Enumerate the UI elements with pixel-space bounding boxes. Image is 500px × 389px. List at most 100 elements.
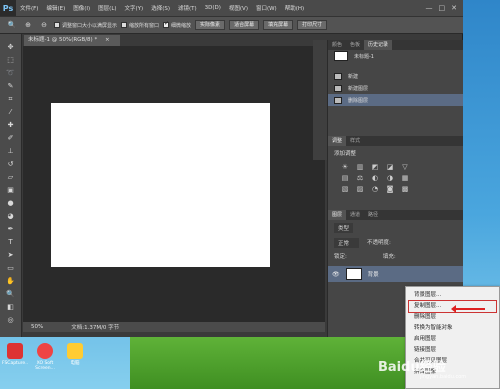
document-info: 文档:1.37M/0 字节 xyxy=(71,325,120,331)
dodge-tool-icon[interactable]: ◕ xyxy=(5,211,17,221)
maximize-button[interactable]: □ xyxy=(439,4,446,12)
history-step-icon xyxy=(334,72,342,80)
move-tool-icon[interactable]: ✥ xyxy=(5,42,17,52)
gradient-tool-icon[interactable]: ▣ xyxy=(5,185,17,195)
opacity-label: 不透明度: xyxy=(367,240,391,246)
fit-screen-button[interactable]: 适合屏幕 xyxy=(229,20,260,30)
menu-window[interactable]: 窗口(W) xyxy=(252,4,281,12)
scrubby-zoom-checkbox[interactable]: 细微缩放 xyxy=(163,20,191,29)
history-item-selected[interactable]: 删除图层 xyxy=(328,94,463,106)
curves-icon[interactable]: ◩ xyxy=(370,163,380,171)
pen-tool-icon[interactable]: ✒ xyxy=(5,224,17,234)
lasso-tool-icon[interactable]: ➰ xyxy=(5,68,17,78)
channel-mixer-icon[interactable]: ▦ xyxy=(400,174,410,182)
blend-mode-select[interactable]: 正常 xyxy=(334,238,360,248)
context-item-link-layers[interactable]: 链接图层 xyxy=(406,345,499,356)
menu-type[interactable]: 文字(Y) xyxy=(121,4,148,12)
shape-tool-icon[interactable]: ▭ xyxy=(5,263,17,273)
tab-adjustments[interactable]: 调整 xyxy=(328,136,347,146)
fill-screen-button[interactable]: 填充屏幕 xyxy=(263,20,294,30)
menu-3d[interactable]: 3D(D) xyxy=(201,5,225,11)
zoom-level[interactable]: 50% xyxy=(31,324,43,330)
document-tab[interactable]: 未标题-1 @ 50%(RGB/8) * × xyxy=(24,35,120,46)
zoom-out-icon[interactable]: ⊖ xyxy=(38,20,50,30)
tab-swatches[interactable]: 色板 xyxy=(346,40,364,50)
menu-edit[interactable]: 编辑(E) xyxy=(42,4,69,12)
selective-color-icon[interactable]: ▩ xyxy=(400,185,410,193)
print-size-button[interactable]: 打印尺寸 xyxy=(297,20,328,30)
tab-channels[interactable]: 通道 xyxy=(346,210,364,220)
desktop-icon-computer[interactable]: 电脑 xyxy=(64,343,86,383)
clone-stamp-icon[interactable]: ⊥ xyxy=(5,146,17,156)
menu-help[interactable]: 帮助(H) xyxy=(281,4,308,12)
tab-history[interactable]: 历史记录 xyxy=(364,40,393,50)
baidu-watermark-url: jingyan.baidu.com xyxy=(420,374,467,380)
menu-image[interactable]: 图像(I) xyxy=(69,4,94,12)
layer-filter-select[interactable]: 类型 xyxy=(334,223,354,233)
menu-filter[interactable]: 滤镜(T) xyxy=(174,4,201,12)
threshold-icon[interactable]: ◔ xyxy=(370,185,380,193)
tab-color[interactable]: 颜色 xyxy=(328,40,346,50)
desktop-icon-fscapture[interactable]: FSCapture.. xyxy=(1,343,29,383)
history-brush-icon[interactable]: ↺ xyxy=(5,159,17,169)
layer-row-background[interactable]: 👁 背景 xyxy=(328,266,463,282)
context-item-enable-layer[interactable]: 启用图层 xyxy=(406,334,499,345)
levels-icon[interactable]: ▥ xyxy=(355,163,365,171)
healing-brush-icon[interactable]: ✚ xyxy=(5,120,17,130)
color-balance-icon[interactable]: ⚖ xyxy=(355,174,365,182)
close-tab-icon[interactable]: × xyxy=(105,37,110,43)
document-canvas[interactable] xyxy=(51,103,270,267)
zoom-tool-icon[interactable]: 🔍 xyxy=(6,20,18,30)
zoom-tool-icon-2[interactable]: 🔍 xyxy=(5,289,17,299)
tab-styles[interactable]: 样式 xyxy=(346,136,364,146)
context-item-background-layer[interactable]: 背景图层... xyxy=(406,290,499,301)
minimize-button[interactable]: — xyxy=(426,4,433,12)
posterize-icon[interactable]: ▨ xyxy=(355,185,365,193)
exposure-icon[interactable]: ◪ xyxy=(385,163,395,171)
context-item-delete-layer[interactable]: 删除图层 xyxy=(406,312,499,323)
photo-filter-icon[interactable]: ◑ xyxy=(385,174,395,182)
eyedropper-tool-icon[interactable]: ⁄ xyxy=(5,107,17,117)
brightness-icon[interactable]: ☀ xyxy=(340,163,350,171)
close-window-button[interactable]: ✕ xyxy=(451,4,457,12)
history-snapshot[interactable]: 未标题-1 xyxy=(328,50,463,62)
black-white-icon[interactable]: ◐ xyxy=(370,174,380,182)
zoom-all-checkbox[interactable]: 缩放所有窗口 xyxy=(121,22,159,29)
blur-tool-icon[interactable]: ● xyxy=(5,198,17,208)
eraser-tool-icon[interactable]: ▱ xyxy=(5,172,17,182)
vibrance-icon[interactable]: ▽ xyxy=(400,163,410,171)
resize-window-checkbox[interactable]: 调整窗口大小以满屏显示 xyxy=(54,22,117,29)
brush-tool-icon[interactable]: ✐ xyxy=(5,133,17,143)
crop-tool-icon[interactable]: ⌗ xyxy=(5,94,17,104)
hue-saturation-icon[interactable]: ▤ xyxy=(340,174,350,182)
menu-view[interactable]: 视图(V) xyxy=(225,4,252,12)
actual-pixels-button[interactable]: 实际像素 xyxy=(195,20,226,30)
quick-select-tool-icon[interactable]: ✎ xyxy=(5,81,17,91)
context-item-smart-object[interactable]: 转换为智能对象 xyxy=(406,323,499,334)
desktop-icon-screen-recorder[interactable]: XO Soft Screen... xyxy=(34,343,56,383)
tab-layers[interactable]: 图层 xyxy=(328,210,347,220)
history-item-label: 新建图层 xyxy=(348,85,369,92)
marquee-tool-icon[interactable]: ⬚ xyxy=(5,55,17,65)
history-item[interactable]: 新建 xyxy=(328,70,463,82)
menu-file[interactable]: 文件(F) xyxy=(16,4,42,12)
desktop-icon-label: FSCapture.. xyxy=(1,361,29,366)
screen-recorder-icon xyxy=(37,343,53,359)
color-swatch-icon[interactable]: ◧ xyxy=(5,302,17,312)
quick-mask-icon[interactable]: ◎ xyxy=(5,315,17,325)
type-tool-icon[interactable]: T xyxy=(5,237,17,247)
menu-layer[interactable]: 图层(L) xyxy=(94,4,120,12)
gradient-map-icon[interactable]: ◙ xyxy=(385,185,395,193)
invert-icon[interactable]: ▧ xyxy=(340,185,350,193)
history-item[interactable]: 新建图层 xyxy=(328,82,463,94)
path-select-tool-icon[interactable]: ➤ xyxy=(5,250,17,260)
tab-paths[interactable]: 路径 xyxy=(364,210,382,220)
window-controls: — □ ✕ xyxy=(426,4,464,12)
menu-select[interactable]: 选择(S) xyxy=(147,4,174,12)
visibility-eye-icon[interactable]: 👁 xyxy=(332,271,340,278)
hand-tool-icon[interactable]: ✋ xyxy=(5,276,17,286)
zoom-in-icon[interactable]: ⊕ xyxy=(22,20,34,30)
adjustments-panel-tabs: 调整 样式 xyxy=(328,136,463,146)
